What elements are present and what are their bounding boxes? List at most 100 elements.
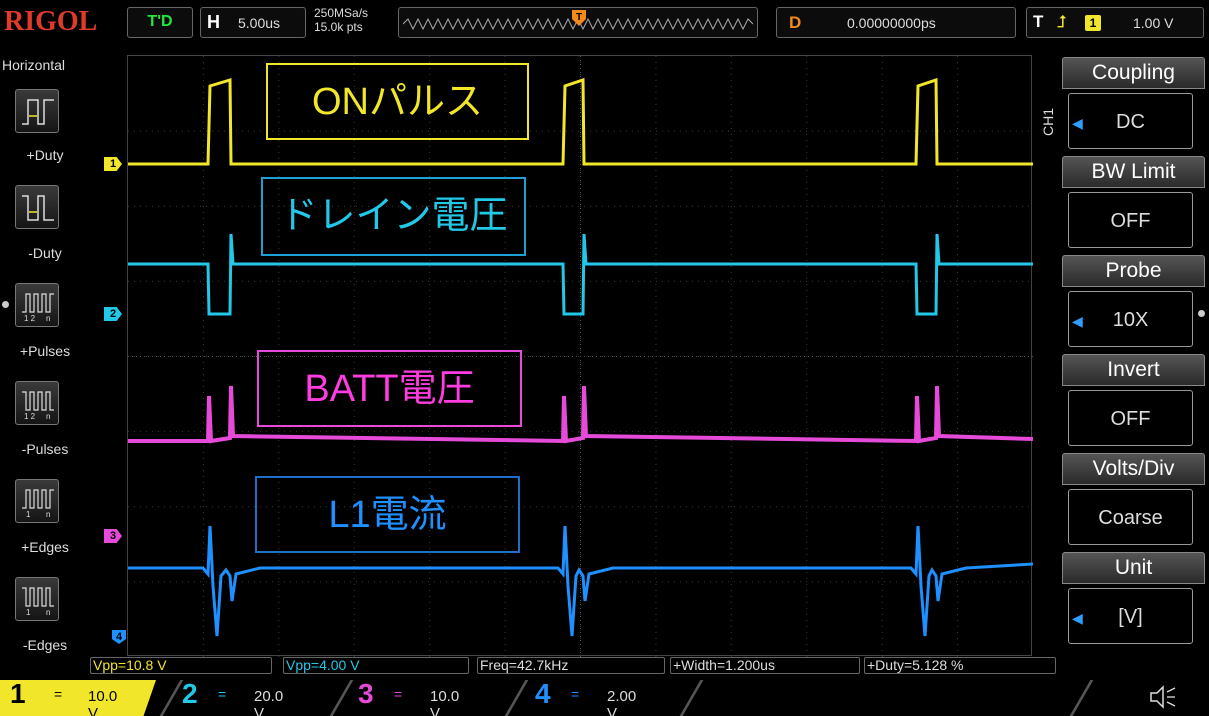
annotation-on-pulse: ONパルス bbox=[266, 63, 529, 140]
panel-title: Horizontal bbox=[2, 57, 66, 73]
measurement-width[interactable]: +Width=1.200us bbox=[670, 657, 860, 674]
svg-text:1: 1 bbox=[26, 510, 31, 519]
divider bbox=[159, 680, 184, 716]
channel-1-number: 1 bbox=[10, 678, 26, 709]
svg-text:n: n bbox=[46, 314, 50, 323]
positive-duty-button[interactable] bbox=[15, 89, 59, 133]
channel-3-scale: 10.0 V bbox=[430, 688, 460, 716]
negative-edges-label: -Edges bbox=[22, 637, 68, 653]
menu-invert-title: Invert bbox=[1062, 354, 1205, 386]
channel-4-coupling-icon: = bbox=[571, 686, 580, 702]
timebase-value: 5.00us bbox=[238, 15, 281, 31]
channel-1-coupling-icon: = bbox=[54, 686, 63, 702]
run-status-text: T'D bbox=[147, 13, 173, 30]
measurement-vpp-ch1[interactable]: Vpp=10.8 V bbox=[90, 657, 272, 674]
positive-pulses-label: +Pulses bbox=[19, 343, 71, 359]
negative-edges-button[interactable]: 1 n bbox=[15, 577, 59, 621]
negative-edges-icon: 1 n bbox=[22, 587, 54, 617]
annotation-l1-current: L1電流 bbox=[255, 476, 520, 553]
divider bbox=[1069, 680, 1094, 716]
rising-edge-icon: ⮥ bbox=[1057, 12, 1068, 31]
divider bbox=[679, 680, 704, 716]
delay-box[interactable]: D 0.00000000ps bbox=[776, 7, 1016, 38]
svg-text:n: n bbox=[46, 412, 50, 421]
channel-4-number: 4 bbox=[535, 678, 551, 709]
menu-unit-title: Unit bbox=[1062, 552, 1205, 584]
measurement-duty[interactable]: +Duty=5.128 % bbox=[864, 657, 1056, 674]
svg-text:1 2: 1 2 bbox=[24, 314, 36, 323]
channel-3-marker[interactable]: 3 bbox=[104, 529, 122, 543]
measurement-vpp-ch2[interactable]: Vpp=4.00 V bbox=[283, 657, 469, 674]
channel-2-marker[interactable]: 2 bbox=[104, 307, 122, 321]
speaker-icon[interactable] bbox=[1147, 684, 1177, 710]
menu-probe-title: Probe bbox=[1062, 255, 1205, 287]
memory-points: 15.0k pts bbox=[314, 20, 363, 34]
option-arrow-icon: ◀ bbox=[1072, 313, 1083, 329]
horizontal-measure-panel: Horizontal +Duty -Duty 1 2 n +Pulses 1 2… bbox=[0, 55, 90, 660]
negative-pulses-button[interactable]: 1 2 n bbox=[15, 381, 59, 425]
menu-bw-limit-title: BW Limit bbox=[1062, 156, 1205, 188]
annotation-l1-current-text: L1電流 bbox=[328, 494, 447, 536]
channel-1-scale-button[interactable]: 1 = 10.0 V bbox=[0, 680, 156, 716]
divider bbox=[329, 680, 354, 716]
trigger-box[interactable]: T ⮥ 1 1.00 V bbox=[1026, 7, 1204, 38]
divider bbox=[504, 680, 529, 716]
horizontal-timebase-box[interactable]: H 5.00us bbox=[200, 7, 306, 38]
positive-edges-label: +Edges bbox=[21, 539, 69, 555]
channel-3-number: 3 bbox=[358, 678, 374, 709]
positive-edges-button[interactable]: 1 n bbox=[15, 479, 59, 523]
horizontal-key: H bbox=[207, 12, 220, 32]
option-arrow-icon: ◀ bbox=[1072, 115, 1083, 131]
delay-value: 0.00000000ps bbox=[847, 15, 936, 31]
channel-4-scale: 2.00 V bbox=[607, 688, 637, 716]
menu-probe-value: 10X bbox=[1068, 291, 1193, 347]
menu-volts-div-title: Volts/Div bbox=[1062, 453, 1205, 485]
scroll-dot bbox=[2, 301, 9, 308]
trigger-source-badge: 1 bbox=[1085, 15, 1101, 31]
svg-text:n: n bbox=[46, 510, 50, 519]
menu-volts-div-value: Coarse bbox=[1068, 489, 1193, 545]
channel-1-scale: 10.0 V bbox=[88, 688, 118, 716]
svg-text:T: T bbox=[576, 12, 582, 23]
svg-text:n: n bbox=[46, 608, 50, 617]
negative-pulses-label: -Pulses bbox=[21, 441, 69, 457]
annotation-drain-voltage-text: ドレイン電圧 bbox=[279, 195, 508, 237]
svg-text:1 2: 1 2 bbox=[24, 412, 36, 421]
menu-unit-value: [V] bbox=[1068, 588, 1193, 644]
menu-volts-div[interactable]: Volts/Div Coarse bbox=[1062, 453, 1205, 549]
channel-settings-menu: Coupling DC ◀ BW Limit OFF Probe 10X ◀ I… bbox=[1062, 55, 1205, 660]
negative-pulses-icon: 1 2 n bbox=[22, 391, 54, 421]
positive-duty-label: +Duty bbox=[26, 147, 64, 163]
option-arrow-icon: ◀ bbox=[1072, 610, 1083, 626]
annotation-on-pulse-text: ONパルス bbox=[311, 81, 483, 123]
menu-coupling-value: DC bbox=[1068, 93, 1193, 149]
delay-key: D bbox=[789, 13, 802, 32]
negative-duty-label: -Duty bbox=[28, 245, 62, 261]
menu-invert[interactable]: Invert OFF bbox=[1062, 354, 1205, 450]
menu-bw-limit-value: OFF bbox=[1068, 192, 1193, 248]
channel-2-coupling-icon: = bbox=[218, 686, 227, 702]
acquisition-info: 250MSa/s 15.0k pts bbox=[314, 6, 368, 34]
top-status-bar: RIGOL T'D H 5.00us 250MSa/s 15.0k pts T … bbox=[0, 0, 1209, 48]
trigger-key: T bbox=[1033, 12, 1044, 31]
channel-4-marker[interactable]: 4 bbox=[112, 630, 126, 644]
annotation-batt-voltage-text: BATT電圧 bbox=[304, 368, 475, 410]
channel-tab[interactable]: CH1 bbox=[1040, 108, 1056, 136]
menu-coupling-title: Coupling bbox=[1062, 57, 1205, 89]
measurement-freq[interactable]: Freq=42.7kHz bbox=[477, 657, 665, 674]
positive-pulses-button[interactable]: 1 2 n bbox=[15, 283, 59, 327]
sample-rate: 250MSa/s bbox=[314, 6, 369, 20]
annotation-drain-voltage: ドレイン電圧 bbox=[261, 177, 526, 256]
trigger-level: 1.00 V bbox=[1133, 15, 1174, 31]
menu-bw-limit[interactable]: BW Limit OFF bbox=[1062, 156, 1205, 252]
menu-probe[interactable]: Probe 10X ◀ bbox=[1062, 255, 1205, 351]
negative-duty-button[interactable] bbox=[15, 185, 59, 229]
positive-duty-icon bbox=[22, 99, 54, 125]
channel-2-scale: 20.0 V bbox=[254, 688, 284, 716]
channel-1-marker[interactable]: 1 bbox=[104, 157, 122, 171]
svg-text:1: 1 bbox=[26, 608, 31, 617]
run-status-badge[interactable]: T'D bbox=[127, 7, 193, 38]
menu-coupling[interactable]: Coupling DC ◀ bbox=[1062, 57, 1205, 153]
menu-unit[interactable]: Unit [V] ◀ bbox=[1062, 552, 1205, 648]
channel-3-coupling-icon: = bbox=[394, 686, 403, 702]
